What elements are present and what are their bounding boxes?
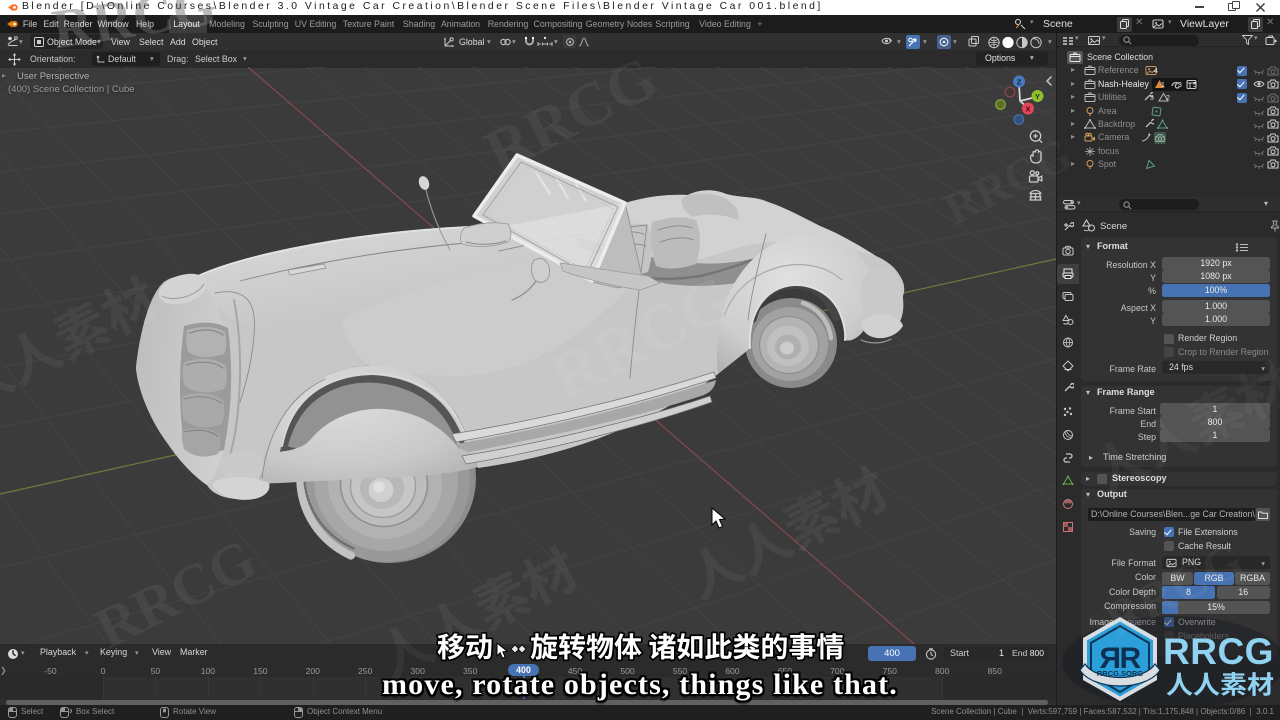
svg-text:Z: Z	[1017, 77, 1022, 86]
svg-text:Y: Y	[1035, 92, 1040, 101]
svg-text:RRCG: RRCG	[1163, 631, 1274, 672]
svg-text:RRCG.SORG: RRCG.SORG	[1097, 669, 1143, 678]
svg-text:X: X	[1025, 104, 1030, 113]
